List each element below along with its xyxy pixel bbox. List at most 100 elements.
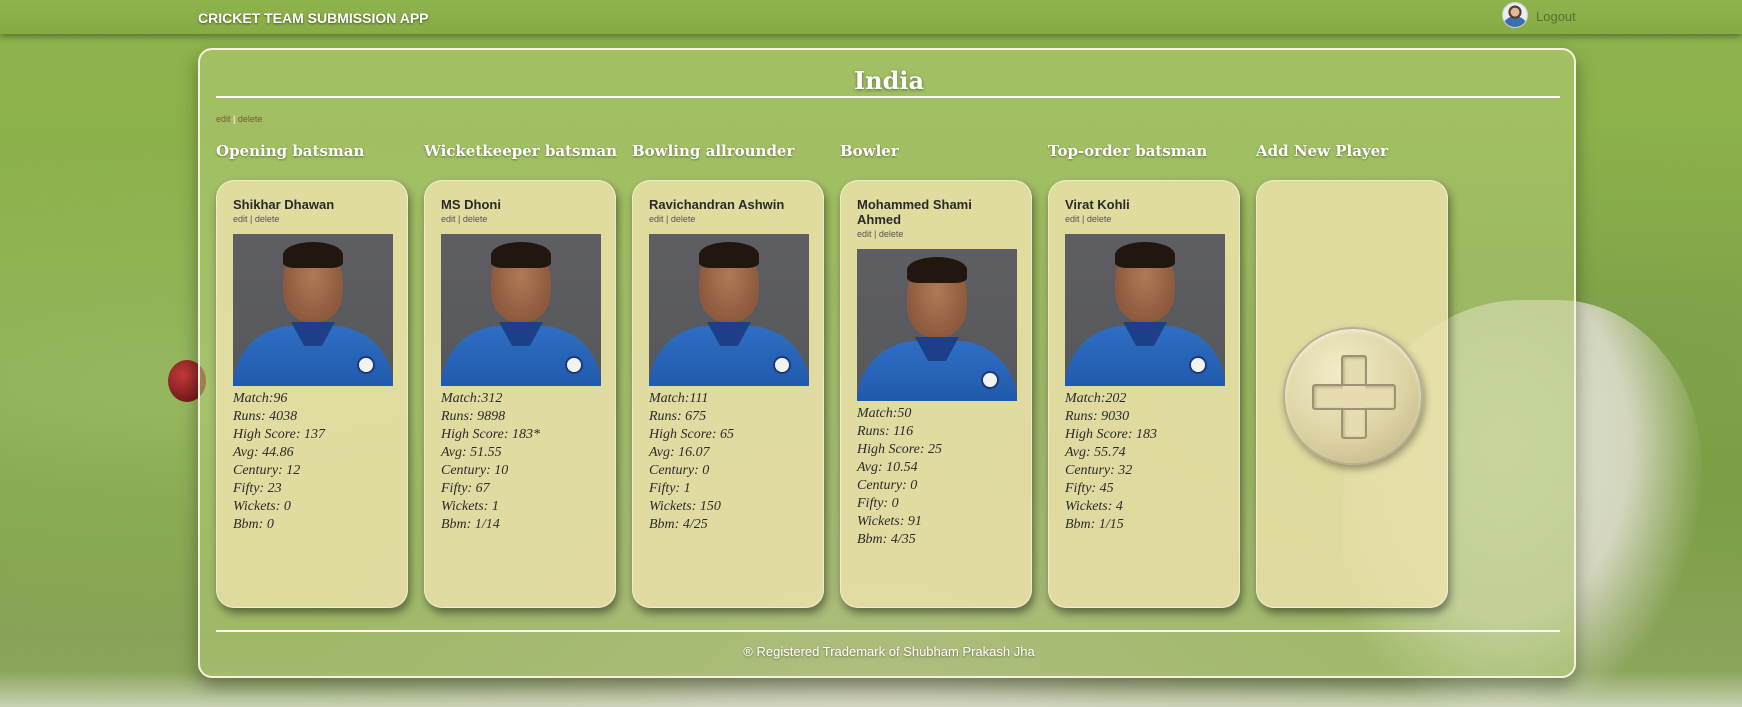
stat-average: Avg: 44.86 (233, 445, 294, 460)
player-actions: edit | delete (441, 214, 599, 224)
player-name: MS Dhoni (441, 197, 501, 212)
player-card-ms-dhoni: MS Dhoni edit | delete Match:312 Runs: 9… (424, 180, 616, 608)
stat-average: Avg: 51.55 (441, 445, 502, 460)
player-photo (857, 249, 1017, 401)
player-card-mohammed-shami-ahmed: Mohammed Shami Ahmed edit | delete Match… (840, 180, 1032, 608)
stat-match: Match:312 (441, 391, 503, 406)
title-divider (216, 96, 1560, 98)
role-heading-bowler: Bowler (840, 142, 899, 160)
stat-century: Century: 0 (857, 478, 918, 493)
stat-match: Match:96 (233, 391, 288, 406)
player-stats: Match:111 Runs: 675 High Score: 65 Avg: … (649, 390, 807, 534)
role-heading-top-order-batsman: Top-order batsman (1048, 142, 1208, 160)
player-actions: edit | delete (649, 214, 807, 224)
player-name: Mohammed Shami Ahmed (857, 197, 1015, 227)
team-actions-separator: | (233, 114, 236, 124)
stat-wickets: Wickets: 1 (441, 499, 499, 514)
stat-fifty: Fifty: 67 (441, 481, 490, 496)
player-actions: edit | delete (1065, 214, 1223, 224)
stat-wickets: Wickets: 4 (1065, 499, 1123, 514)
app-title: CRICKET TEAM SUBMISSION APP (198, 10, 429, 26)
stat-match: Match:50 (857, 406, 912, 421)
player-stats: Match:312 Runs: 9898 High Score: 183* Av… (441, 390, 599, 534)
player-actions-separator: | (458, 214, 461, 224)
stat-average: Avg: 55.74 (1065, 445, 1126, 460)
add-player-card (1256, 180, 1448, 608)
stat-fifty: Fifty: 0 (857, 496, 899, 511)
player-name-line-2: Ahmed (857, 212, 902, 227)
player-delete-link[interactable]: delete (879, 229, 904, 239)
player-name: Ravichandran Ashwin (649, 197, 785, 212)
player-photo (1065, 234, 1225, 386)
team-name: India (853, 66, 925, 95)
footer-divider (216, 630, 1560, 632)
add-player-button[interactable] (1283, 327, 1423, 465)
player-actions-separator: | (250, 214, 253, 224)
player-edit-link[interactable]: edit (1065, 214, 1080, 224)
role-heading-wicketkeeper-batsman: Wicketkeeper batsman (424, 142, 617, 160)
stat-runs: Runs: 9898 (441, 409, 506, 424)
stat-wickets: Wickets: 150 (649, 499, 721, 514)
stat-bbm: Bbm: 4/35 (857, 532, 916, 547)
role-heading-opening-batsman: Opening batsman (216, 142, 365, 160)
role-heading-add-new-player: Add New Player (1256, 142, 1389, 160)
stat-match: Match:202 (1065, 391, 1127, 406)
team-panel: India edit | delete Opening batsman Wick… (198, 48, 1576, 678)
stat-match: Match:111 (649, 391, 709, 406)
stat-bbm: Bbm: 0 (233, 517, 274, 532)
player-delete-link[interactable]: delete (671, 214, 696, 224)
player-card-shikhar-dhawan: Shikhar Dhawan edit | delete Match:96 Ru… (216, 180, 408, 608)
stat-century: Century: 10 (441, 463, 509, 478)
player-stats: Match:50 Runs: 116 High Score: 25 Avg: 1… (857, 405, 1015, 549)
stat-runs: Runs: 4038 (233, 409, 298, 424)
player-actions-separator: | (1082, 214, 1085, 224)
player-stats: Match:96 Runs: 4038 High Score: 137 Avg:… (233, 390, 391, 534)
logout-link[interactable]: Logout (1536, 9, 1576, 24)
player-actions: edit | delete (233, 214, 391, 224)
stat-century: Century: 32 (1065, 463, 1133, 478)
player-photo (649, 234, 809, 386)
player-actions-separator: | (874, 229, 877, 239)
user-avatar-icon[interactable] (1502, 2, 1528, 28)
stat-wickets: Wickets: 91 (857, 514, 922, 529)
stat-average: Avg: 10.54 (857, 460, 918, 475)
stat-high-score: High Score: 183* (441, 427, 541, 442)
stat-bbm: Bbm: 1/15 (1065, 517, 1124, 532)
player-card-virat-kohli: Virat Kohli edit | delete Match:202 Runs… (1048, 180, 1240, 608)
stat-bbm: Bbm: 4/25 (649, 517, 708, 532)
team-edit-link[interactable]: edit (216, 114, 231, 124)
stat-high-score: High Score: 65 (649, 427, 735, 442)
player-edit-link[interactable]: edit (441, 214, 456, 224)
stat-fifty: Fifty: 23 (233, 481, 282, 496)
player-edit-link[interactable]: edit (233, 214, 248, 224)
player-name: Shikhar Dhawan (233, 197, 335, 212)
stat-wickets: Wickets: 0 (233, 499, 291, 514)
stat-high-score: High Score: 25 (857, 442, 943, 457)
stat-runs: Runs: 9030 (1065, 409, 1130, 424)
player-delete-link[interactable]: delete (255, 214, 280, 224)
player-name: Virat Kohli (1065, 197, 1130, 212)
role-heading-bowling-allrounder: Bowling allrounder (632, 142, 795, 160)
top-bar: CRICKET TEAM SUBMISSION APP Logout (0, 0, 1742, 34)
stat-runs: Runs: 675 (649, 409, 707, 424)
stat-high-score: High Score: 183 (1065, 427, 1158, 442)
stat-fifty: Fifty: 1 (649, 481, 691, 496)
stat-runs: Runs: 116 (857, 424, 914, 439)
stat-average: Avg: 16.07 (649, 445, 710, 460)
team-delete-link[interactable]: delete (238, 114, 263, 124)
player-photo (441, 234, 601, 386)
stat-high-score: High Score: 137 (233, 427, 326, 442)
player-stats: Match:202 Runs: 9030 High Score: 183 Avg… (1065, 390, 1223, 534)
stat-century: Century: 0 (649, 463, 710, 478)
player-delete-link[interactable]: delete (1087, 214, 1112, 224)
player-actions: edit | delete (857, 229, 1015, 239)
player-edit-link[interactable]: edit (649, 214, 664, 224)
stat-century: Century: 12 (233, 463, 301, 478)
player-delete-link[interactable]: delete (463, 214, 488, 224)
player-edit-link[interactable]: edit (857, 229, 872, 239)
stat-bbm: Bbm: 1/14 (441, 517, 500, 532)
player-photo (233, 234, 393, 386)
player-card-ravichandran-ashwin: Ravichandran Ashwin edit | delete Match:… (632, 180, 824, 608)
player-name-line-1: Mohammed Shami (857, 197, 972, 212)
team-actions: edit | delete (216, 114, 262, 124)
